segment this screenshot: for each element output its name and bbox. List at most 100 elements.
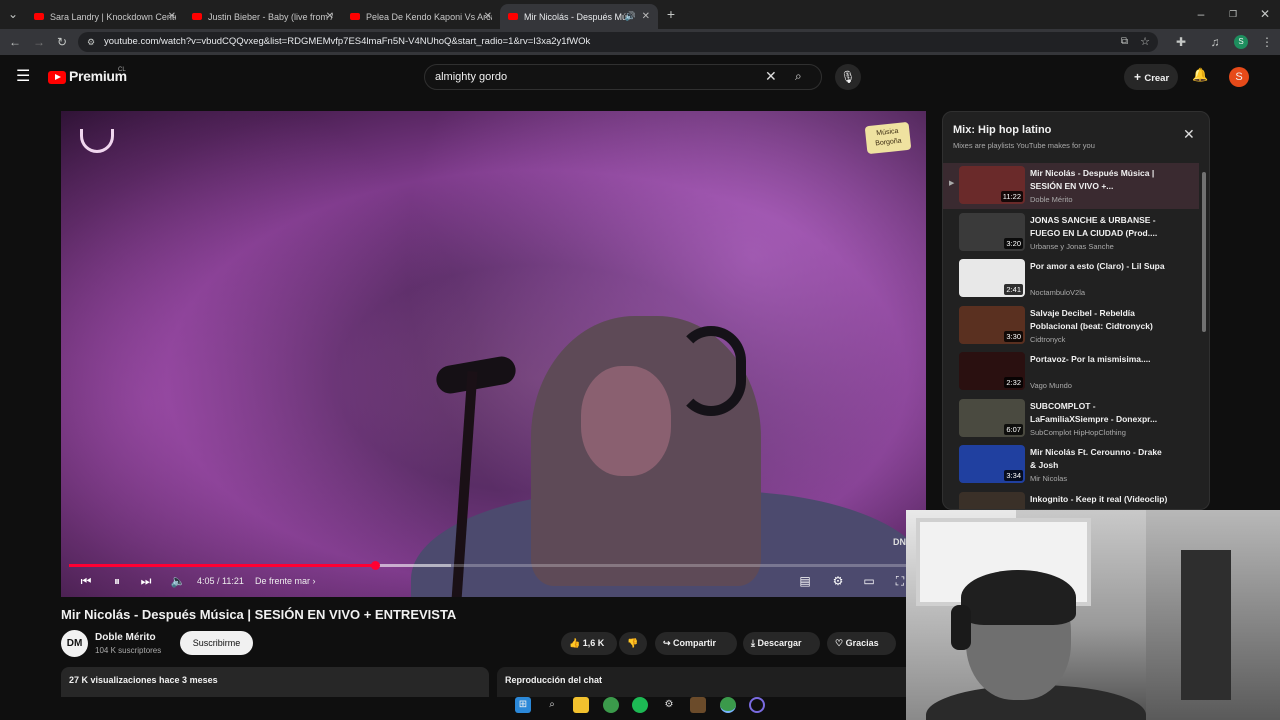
playlist-item[interactable]: 3:34 Mir Nicolás Ft. Cerounno - Drake & J…	[943, 442, 1199, 488]
youtube-favicon-icon	[508, 13, 518, 20]
playlist-item-title[interactable]: Mir Nicolás - Después Música | SESIÓN EN…	[1030, 167, 1170, 193]
playlist-scrollbar[interactable]	[1202, 172, 1206, 332]
tab-search-chevron-icon[interactable]: ⌄	[4, 0, 22, 29]
playlist-item[interactable]: 6:07 SUBCOMPLOT - LaFamiliaXSiempre - Don…	[943, 396, 1199, 442]
audio-playing-icon[interactable]: 🔊	[625, 11, 636, 22]
chrome-icon[interactable]	[603, 697, 619, 713]
minimize-icon[interactable]: –	[1192, 0, 1210, 29]
clear-search-icon[interactable]: ✕	[765, 68, 777, 85]
playlist-item-channel: Cidtronyck	[1030, 334, 1066, 344]
window-close-icon[interactable]: ✕	[1256, 0, 1274, 29]
playlist-item-title[interactable]: Por amor a esto (Claro) - Lil Supa	[1030, 260, 1170, 273]
hamburger-menu-icon[interactable]: ☰	[16, 66, 30, 86]
playlist-thumbnail[interactable]: 3:20	[959, 212, 1025, 251]
playlist-thumbnail[interactable]: 3:34	[959, 445, 1025, 483]
browser-tab-active[interactable]: Mir Nicolás - Después Músi 🔊 ✕	[500, 4, 658, 29]
subscribe-button[interactable]: Suscribirme	[180, 631, 253, 655]
youtube-logo-icon[interactable]	[48, 71, 66, 84]
scrubber-handle[interactable]	[370, 561, 380, 570]
playlist-thumbnail[interactable]: 3:30	[959, 305, 1025, 344]
close-tab-icon[interactable]: ✕	[642, 11, 650, 22]
time-display: 4:05 / 11:21	[197, 576, 244, 586]
playlist-item-title[interactable]: Inkognito - Keep it real (Videoclip)	[1030, 493, 1170, 506]
reload-icon[interactable]: ↻	[53, 29, 71, 55]
webcam-headphones	[951, 605, 971, 650]
playlist-item[interactable]: 2:32 Portavoz- Por la mismisima.... Vago M…	[943, 349, 1199, 395]
thanks-button[interactable]: ♡ Gracias	[827, 632, 896, 655]
video-player[interactable]	[61, 111, 926, 597]
install-app-icon[interactable]: ⧉	[1121, 32, 1128, 52]
playlist-item-title[interactable]: Portavoz- Por la mismisima....	[1030, 353, 1170, 366]
back-icon[interactable]: ←	[6, 29, 24, 55]
browser-tab-2[interactable]: Justin Bieber - Baby (live from / ✕	[184, 4, 342, 29]
dislike-button[interactable]: 👎	[619, 632, 647, 655]
obs-icon[interactable]	[749, 697, 765, 713]
playlist-item[interactable]: 2:41 Por amor a esto (Claro) - Lil Supa No…	[943, 256, 1199, 302]
close-tab-icon[interactable]: ✕	[168, 11, 176, 22]
playlist-item-title[interactable]: SUBCOMPLOT - LaFamiliaXSiempre - Donexpr…	[1030, 400, 1170, 426]
windows-taskbar: ⊞ ⌕ ⚙	[500, 690, 780, 720]
new-tab-icon[interactable]: +	[662, 0, 680, 29]
playlist-item-title[interactable]: JONAS SANCHE & URBANSE - FUEGO EN LA CIU…	[1030, 214, 1170, 240]
windows-start-icon[interactable]: ⊞	[515, 697, 531, 713]
duration-badge: 3:20	[1004, 237, 1023, 249]
chrome-active-icon[interactable]	[720, 697, 736, 713]
download-button[interactable]: ⤓ Descargar	[743, 632, 820, 655]
plus-icon: +	[1134, 70, 1145, 84]
notifications-bell-icon[interactable]: 🔔	[1192, 67, 1208, 83]
close-playlist-icon[interactable]: ✕	[1183, 126, 1195, 143]
extensions-icon[interactable]: ✚	[1172, 29, 1190, 55]
chapter-button[interactable]: De frente mar ›	[255, 576, 316, 586]
url-text: youtube.com/watch?v=vbudCQQvxeg&list=RDG…	[104, 36, 591, 47]
playlist-item[interactable]: 3:20 JONAS SANCHE & URBANSE - FUEGO EN LA…	[943, 210, 1199, 256]
playlist-thumbnail[interactable]: 6:07	[959, 398, 1025, 437]
browser-tab-3[interactable]: Pelea De Kendo Kaponi Vs Arca ✕	[342, 4, 500, 29]
playlist-thumbnail[interactable]: 2:41	[959, 259, 1025, 297]
playlist-item-title[interactable]: Mir Nicolás Ft. Cerounno - Drake & Josh	[1030, 446, 1170, 472]
forward-icon[interactable]: →	[30, 29, 48, 55]
pause-icon[interactable]: ⏸	[107, 572, 127, 590]
playlist-item-channel: SubComplot HipHopClothing	[1030, 427, 1126, 437]
playlist-thumbnail[interactable]: 2:32	[959, 352, 1025, 390]
chrome-menu-icon[interactable]: ⋮	[1258, 29, 1276, 55]
like-button[interactable]: 👍 1,6 K	[561, 632, 617, 655]
spotify-icon[interactable]	[632, 697, 648, 713]
playlist-thumbnail[interactable]: 11:22	[959, 166, 1025, 204]
playlist-item[interactable]: ▶ 11:22 Mir Nicolás - Después Música | SES…	[943, 163, 1199, 209]
file-explorer-icon[interactable]	[573, 697, 589, 713]
playlist-item[interactable]: 3:30 Salvaje Decibel - Rebeldía Poblacion…	[943, 303, 1199, 349]
playlist-thumbnail[interactable]	[959, 491, 1025, 509]
taskbar-search-icon[interactable]: ⌕	[544, 697, 560, 713]
theater-mode-icon[interactable]: ▭	[859, 572, 879, 590]
previous-icon[interactable]: ⏮	[76, 572, 96, 590]
settings-gear-icon[interactable]: ⚙	[828, 572, 848, 590]
corner-watermark-text: DN	[893, 537, 906, 547]
playlist-item[interactable]: Inkognito - Keep it real (Videoclip)	[943, 489, 1199, 509]
create-button[interactable]: + Crear	[1124, 64, 1178, 90]
site-info-icon[interactable]: ⚙	[87, 32, 95, 52]
bookmark-star-icon[interactable]: ☆	[1140, 32, 1150, 52]
playlist-title[interactable]: Mix: Hip hop latino	[953, 124, 1051, 136]
browser-tab-1[interactable]: Sara Landry | Knockdown Cente ✕	[26, 4, 184, 29]
voice-search-icon[interactable]: 🎙	[835, 64, 861, 90]
close-tab-icon[interactable]: ✕	[484, 11, 492, 22]
search-input[interactable]: almighty gordo ✕ ⌕	[424, 64, 822, 90]
subtitles-icon[interactable]: ▤	[795, 572, 815, 590]
steam-icon[interactable]: ⚙	[661, 697, 677, 713]
youtube-header: ☰ Premium CL almighty gordo ✕ ⌕ 🎙 + Crea…	[0, 55, 1280, 99]
channel-branding-badge[interactable]: Música Borgoña	[864, 121, 912, 155]
maximize-icon[interactable]: ❐	[1224, 0, 1242, 29]
channel-name[interactable]: Doble Mérito	[95, 632, 156, 643]
account-avatar[interactable]: S	[1229, 67, 1249, 87]
next-icon[interactable]: ⏭	[136, 572, 156, 590]
profile-avatar-icon[interactable]: S	[1234, 35, 1248, 49]
channel-avatar[interactable]: DM	[61, 630, 88, 657]
search-icon[interactable]: ⌕	[795, 69, 802, 84]
address-bar[interactable]: ⚙ youtube.com/watch?v=vbudCQQvxeg&list=R…	[78, 32, 1158, 52]
close-tab-icon[interactable]: ✕	[326, 11, 334, 22]
media-controls-icon[interactable]: ♫	[1206, 29, 1224, 55]
volume-icon[interactable]: 🔈	[168, 572, 188, 590]
share-button[interactable]: ↪ Compartir	[655, 632, 737, 655]
playlist-item-title[interactable]: Salvaje Decibel - Rebeldía Poblacional (…	[1030, 307, 1170, 333]
game-app-icon[interactable]	[690, 697, 706, 713]
